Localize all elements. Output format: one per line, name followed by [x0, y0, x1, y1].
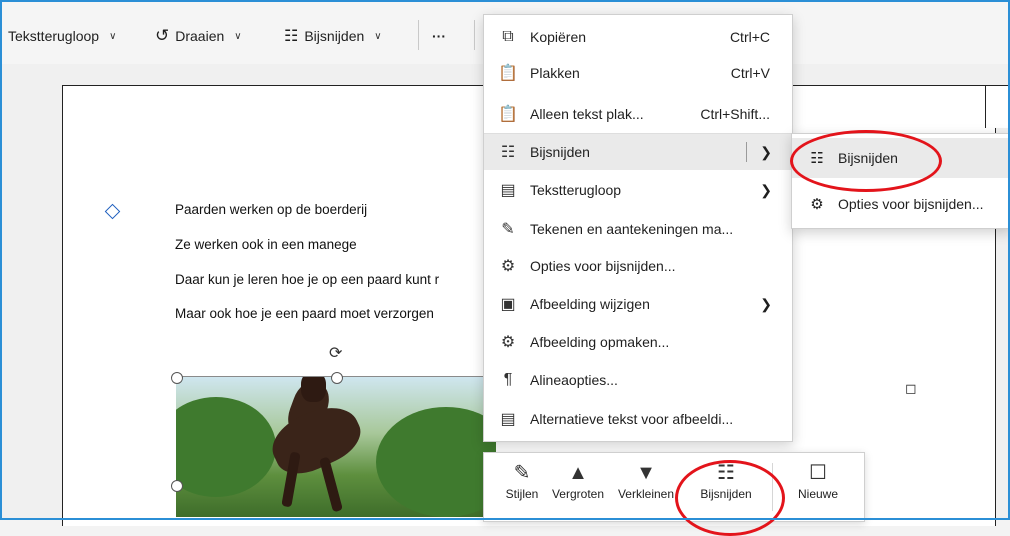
- paste-icon: 📋: [498, 65, 518, 82]
- menu-item-crop-options[interactable]: ⚙ Opties voor bijsnijden...: [484, 248, 792, 284]
- chevron-right-icon: ❯: [760, 295, 772, 312]
- chevron-right-icon: ❯: [760, 181, 772, 198]
- picture-styles-icon: ✎: [513, 462, 531, 484]
- menu-item-format-picture[interactable]: ⚙ Afbeelding opmaken...: [484, 324, 792, 360]
- new-comment-icon: ☐: [809, 462, 827, 484]
- copy-icon: ⧉: [502, 28, 514, 45]
- text-wrap-button[interactable]: Tekstterugloop ∨: [8, 24, 116, 48]
- menu-item-draw-annotations[interactable]: ✎ Tekenen en aantekeningen ma...: [484, 211, 792, 247]
- document-line-1[interactable]: Paarden werken op de boerderij: [175, 202, 367, 217]
- menu-item-paste[interactable]: 📋 Plakken Ctrl+V: [484, 55, 792, 91]
- new-comment-button[interactable]: ☐ Nieuwe: [786, 459, 850, 519]
- alt-text-icon: ▤: [500, 411, 516, 428]
- send-backward-button[interactable]: ▼ Verkleinen: [614, 459, 678, 519]
- menu-item-shortcut: Ctrl+Shift...: [700, 106, 770, 122]
- menu-item-shortcut: Ctrl+V: [730, 65, 770, 81]
- crop-label: Bijsnijden: [700, 487, 752, 501]
- bring-forward-button[interactable]: ▲ Vergroten: [546, 459, 610, 519]
- menu-item-crop[interactable]: ☷ Bijsnijden ❯: [484, 134, 792, 170]
- more-options-button[interactable]: ···: [432, 24, 446, 48]
- menu-item-label: Alleen tekst plak...: [530, 106, 644, 122]
- new-label: Nieuwe: [797, 487, 839, 501]
- chevron-right-icon[interactable]: ❯: [760, 144, 772, 161]
- menu-item-copy[interactable]: ⧉ Kopiëren Ctrl+C: [484, 19, 792, 55]
- menu-item-paste-text-only[interactable]: 📋 Alleen tekst plak... Ctrl+Shift...: [484, 96, 792, 132]
- menu-item-label: Opties voor bijsnijden...: [530, 258, 676, 274]
- submenu-item-label: Opties voor bijsnijden...: [838, 196, 984, 212]
- styles-button[interactable]: ✎ Stijlen: [490, 459, 554, 519]
- change-picture-icon: ▣: [500, 296, 516, 313]
- context-menu: ⧉ Kopiëren Ctrl+C 📋 Plakken Ctrl+V 📋 All…: [483, 14, 793, 442]
- crop-ribbon-button[interactable]: ☷ Bijsnijden ∨: [284, 24, 382, 48]
- styles-label: Stijlen: [505, 487, 539, 501]
- enlarge-label: Vergroten: [551, 487, 605, 501]
- chevron-down-icon: ∨: [109, 30, 117, 42]
- text-wrap-label: Tekstterugloop: [8, 28, 100, 44]
- submenu-item-crop-options[interactable]: ⚙ Opties voor bijsnijden...: [792, 184, 1010, 224]
- ribbon-divider: [474, 20, 475, 50]
- resize-handle-top-left[interactable]: [171, 372, 183, 384]
- crop-submenu: ☷ Bijsnijden ⚙ Opties voor bijsnijden...: [791, 133, 1010, 229]
- bring-forward-icon: ▲: [568, 462, 588, 484]
- mini-toolbar-divider: [772, 463, 773, 511]
- draw-icon: ✎: [501, 221, 515, 238]
- layout-options-icon[interactable]: ◻: [905, 380, 917, 397]
- rotate-icon: ↺: [155, 26, 170, 45]
- document-line-2[interactable]: Ze werken ook in een manege: [175, 237, 357, 252]
- document-line-3[interactable]: Daar kun je leren hoe je op een paard ku…: [175, 272, 439, 287]
- rotate-label: Draaien: [175, 28, 225, 44]
- chevron-down-icon: ∨: [374, 30, 382, 42]
- shrink-label: Verkleinen: [617, 487, 675, 501]
- wrap-text-icon: ▤: [500, 182, 516, 199]
- split-divider: [746, 142, 747, 162]
- crop-options-icon: ⚙: [810, 196, 824, 213]
- horse-leg-shape: [319, 456, 343, 513]
- submenu-item-label: Bijsnijden: [838, 150, 898, 166]
- menu-item-label: Tekstterugloop: [530, 182, 622, 198]
- resize-handle-top[interactable]: [331, 372, 343, 384]
- horse-picture[interactable]: [176, 377, 496, 517]
- menu-item-text-wrap[interactable]: ▤ Tekstterugloop ❯: [484, 172, 792, 208]
- menu-item-label: Plakken: [530, 65, 580, 81]
- page-edge: [985, 85, 1010, 128]
- tree-shape: [176, 397, 276, 497]
- mini-crop-button[interactable]: ☷ Bijsnijden: [694, 459, 758, 519]
- menu-item-label: Afbeelding wijzigen: [530, 296, 650, 312]
- document-line-4[interactable]: Maar ook hoe je een paard moet verzorgen: [175, 306, 434, 321]
- crop-icon: ☷: [284, 28, 299, 45]
- crop-icon: ☷: [810, 150, 824, 167]
- chevron-down-icon: ∨: [234, 30, 242, 42]
- submenu-item-crop[interactable]: ☷ Bijsnijden: [792, 138, 1010, 178]
- ribbon-divider: [418, 20, 419, 50]
- horse-head-shape: [301, 377, 326, 402]
- mini-toolbar: ✎ Stijlen ▲ Vergroten ▼ Verkleinen ☷ Bij…: [483, 452, 865, 522]
- menu-item-paragraph-options[interactable]: ¶ Alineaopties...: [484, 362, 792, 398]
- menu-item-label: Bijsnijden: [530, 144, 590, 160]
- menu-item-label: Alineaopties...: [530, 372, 618, 388]
- send-backward-icon: ▼: [636, 462, 656, 484]
- format-picture-icon: ⚙: [500, 334, 516, 351]
- crop-label: Bijsnijden: [304, 28, 365, 44]
- crop-icon: ☷: [500, 144, 516, 161]
- menu-item-label: Alternatieve tekst voor afbeeldi...: [530, 411, 734, 427]
- menu-item-label: Kopiëren: [530, 29, 587, 45]
- menu-item-label: Afbeelding opmaken...: [530, 334, 670, 350]
- rotate-button[interactable]: ↺ Draaien ∨: [155, 24, 242, 48]
- more-icon: ···: [432, 28, 446, 44]
- crop-icon: ☷: [717, 462, 735, 484]
- tree-shape: [376, 407, 496, 517]
- paragraph-icon: ¶: [503, 371, 513, 388]
- menu-item-alt-text[interactable]: ▤ Alternatieve tekst voor afbeeldi...: [484, 401, 792, 437]
- crop-options-icon: ⚙: [500, 258, 516, 275]
- resize-handle-left[interactable]: [171, 480, 183, 492]
- menu-item-label: Tekenen en aantekeningen ma...: [530, 221, 734, 237]
- paste-text-icon: 📋: [498, 106, 518, 123]
- menu-item-change-picture[interactable]: ▣ Afbeelding wijzigen ❯: [484, 286, 792, 322]
- menu-item-shortcut: Ctrl+C: [729, 29, 770, 45]
- rotate-handle-icon[interactable]: ⟳: [329, 343, 342, 363]
